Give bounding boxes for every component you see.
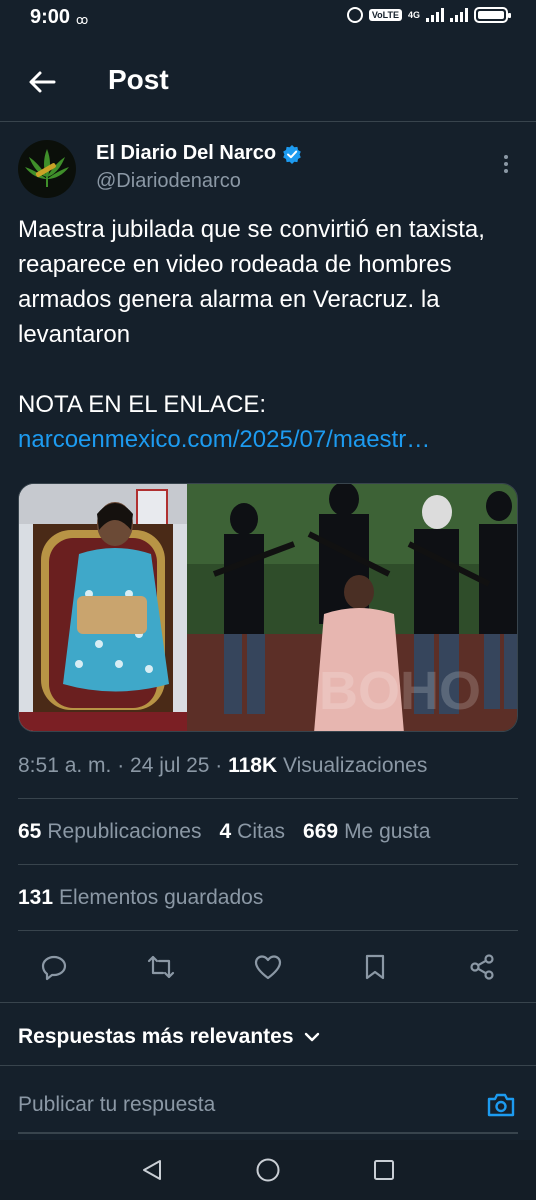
signal-icon [426,8,444,22]
likes-stat[interactable]: 669 Me gusta [303,820,430,844]
circle-home-icon [256,1158,280,1182]
network-type: 4G [407,10,420,20]
divider [18,864,518,865]
status-time: 9:00 [30,6,71,28]
post-link[interactable]: narcoenmexico.com/2025/07/maestr… [18,422,518,457]
divider [18,930,518,931]
reply-button[interactable] [36,949,72,985]
triangle-back-icon [143,1160,161,1180]
chevron-down-icon [304,1032,319,1042]
bookmarks-stat[interactable]: 131 Elementos guardados [18,886,263,910]
reposts-stat[interactable]: 65 Republicaciones [18,820,201,844]
media-watermark: BOHO [319,661,481,721]
post-meta: 8:51 a. m. · 24 jul 25 · 118K Visualizac… [18,754,427,778]
alarm-icon [346,7,363,23]
system-recents-button[interactable] [369,1155,399,1185]
bookmark-button[interactable] [357,949,393,985]
reply-composer [18,1080,518,1134]
reply-icon [41,955,67,981]
post-media-image: BOHO [19,484,517,731]
arrow-left-icon [29,71,56,93]
heart-icon [254,955,282,980]
views-count: 118K [228,754,278,777]
reply-input[interactable] [18,1080,468,1130]
post-text: Maestra jubilada que se convirtió en tax… [18,216,485,418]
share-icon [470,954,494,980]
battery-icon [474,7,511,23]
divider [18,798,518,799]
avatar[interactable] [18,140,76,198]
more-vertical-icon [504,155,508,159]
author-name-row[interactable]: El Diario Del Narco [96,142,302,165]
replies-header: Respuestas más relevantes [0,1002,536,1066]
signal-icon-2 [450,8,468,22]
bookmarks-stats: 131 Elementos guardados [18,886,263,910]
square-recents-icon [374,1160,394,1180]
post-actions [18,942,518,992]
replies-sort-label: Respuestas más relevantes [18,1025,294,1048]
like-button[interactable] [250,949,286,985]
cannabis-leaf-icon [25,149,69,187]
voicemail-icon: ꝏ [76,13,89,27]
system-nav-bar [0,1140,536,1200]
status-bar: 9:00 ꝏ VoLTE 4G [0,0,536,36]
back-button[interactable] [22,62,62,102]
repost-icon [147,955,175,979]
verified-badge-icon [283,144,301,164]
post-timestamp[interactable]: 8:51 a. m. · 24 jul 25 · [18,754,228,777]
author-name: El Diario Del Narco [96,142,277,164]
more-options-button[interactable] [494,150,518,178]
camera-button[interactable] [484,1088,518,1122]
volte-badge: VoLTE [368,9,402,21]
replies-sort-button[interactable]: Respuestas más relevantes [18,1025,320,1049]
status-icons: VoLTE 4G [346,7,511,23]
system-home-button[interactable] [253,1155,283,1185]
camera-icon [487,1093,515,1117]
engagement-stats: 65 Republicaciones 4 Citas 669 Me gusta [18,820,430,844]
system-back-button[interactable] [137,1155,167,1185]
views-label: Visualizaciones [277,754,428,777]
repost-button[interactable] [143,949,179,985]
author-handle[interactable]: @Diariodenarco [96,170,241,193]
page-title: Post [108,64,169,95]
app-header: Post [0,36,536,122]
post-media[interactable]: BOHO [18,483,518,732]
quotes-stat[interactable]: 4 Citas [219,820,285,844]
bookmark-icon [365,954,385,980]
share-button[interactable] [464,949,500,985]
